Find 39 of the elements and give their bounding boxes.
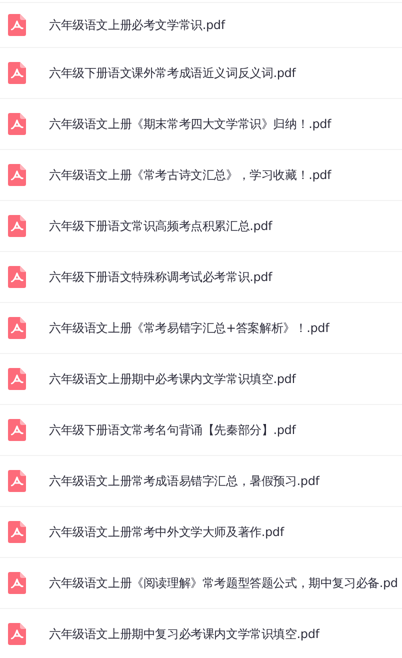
file-name: 六年级语文上册《常考古诗文汇总》，学习收藏！.pdf: [49, 167, 332, 184]
file-row[interactable]: 六年级语文上册《常考古诗文汇总》，学习收藏！.pdf: [0, 150, 402, 201]
pdf-file-icon: [8, 572, 26, 594]
file-row[interactable]: 六年级下册语文常考名句背诵【先秦部分】.pdf: [0, 405, 402, 456]
file-row[interactable]: 六年级下册语文特殊称调考试必考常识.pdf: [0, 252, 402, 303]
file-row[interactable]: 六年级语文上册常考中外文学大师及著作.pdf: [0, 507, 402, 558]
file-name: 六年级下册语文常识高频考点积累汇总.pdf: [49, 218, 272, 235]
file-name: 六年级语文上册常考中外文学大师及著作.pdf: [49, 524, 284, 541]
file-row[interactable]: 六年级语文上册《期末常考四大文学常识》归纳！.pdf: [0, 99, 402, 150]
pdf-file-icon: [8, 164, 26, 186]
pdf-file-icon: [8, 14, 26, 36]
pdf-file-icon: [8, 419, 26, 441]
pdf-file-icon: [8, 215, 26, 237]
pdf-file-icon: [8, 368, 26, 390]
file-name: 六年级语文上册期中复习必考课内文学常识填空.pdf: [49, 626, 320, 643]
file-name: 六年级语文上册期中必考课内文学常识填空.pdf: [49, 371, 296, 388]
pdf-file-icon: [8, 470, 26, 492]
file-row[interactable]: 六年级语文上册期中必考课内文学常识填空.pdf: [0, 354, 402, 405]
file-name: 六年级语文上册《阅读理解》常考题型答题公式，期中复习必备.pd: [49, 575, 398, 592]
file-row[interactable]: 六年级语文上册必考文学常识.pdf: [0, 3, 402, 48]
file-row[interactable]: 六年级下册语文课外常考成语近义词反义词.pdf: [0, 48, 402, 99]
file-name: 六年级语文上册常考成语易错字汇总，暑假预习.pdf: [49, 473, 320, 490]
file-name: 六年级下册语文课外常考成语近义词反义词.pdf: [49, 65, 296, 82]
pdf-file-icon: [8, 266, 26, 288]
file-name: 六年级语文上册必考文学常识.pdf: [49, 17, 225, 34]
file-name: 六年级语文上册《常考易错字汇总+答案解析》！.pdf: [49, 320, 330, 337]
file-row[interactable]: 六年级下册语文常识高频考点积累汇总.pdf: [0, 201, 402, 252]
file-row[interactable]: 六年级语文上册常考成语易错字汇总，暑假预习.pdf: [0, 456, 402, 507]
file-name: 六年级下册语文特殊称调考试必考常识.pdf: [49, 269, 272, 286]
pdf-file-icon: [8, 113, 26, 135]
pdf-file-icon: [8, 317, 26, 339]
file-row[interactable]: 六年级语文上册《阅读理解》常考题型答题公式，期中复习必备.pd: [0, 558, 402, 609]
file-row[interactable]: 六年级语文上册期中复习必考课内文学常识填空.pdf: [0, 609, 402, 658]
file-row[interactable]: 六年级语文上册《常考易错字汇总+答案解析》！.pdf: [0, 303, 402, 354]
pdf-file-icon: [8, 521, 26, 543]
pdf-file-icon: [8, 623, 26, 645]
file-name: 六年级语文上册《期末常考四大文学常识》归纳！.pdf: [49, 116, 332, 133]
file-name: 六年级下册语文常考名句背诵【先秦部分】.pdf: [49, 422, 296, 439]
pdf-file-icon: [8, 62, 26, 84]
